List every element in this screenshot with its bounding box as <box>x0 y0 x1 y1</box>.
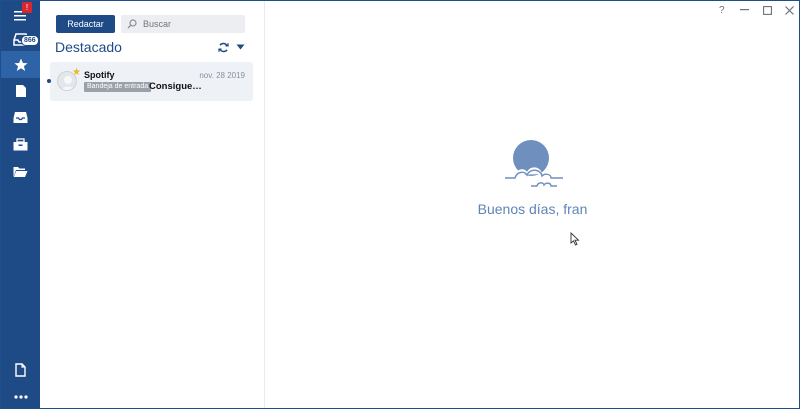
close-icon[interactable] <box>785 6 794 15</box>
greeting-text: Buenos días, fran <box>477 201 588 217</box>
unread-indicator <box>47 79 51 83</box>
moon-clouds-icon <box>505 140 563 187</box>
folder-title: Destacado <box>55 39 122 55</box>
mouse-cursor-icon <box>570 232 580 246</box>
document-icon <box>15 84 26 97</box>
search-icon <box>127 19 137 29</box>
message-subject: Consigue… <box>149 81 202 92</box>
inbox-count-badge: 866 <box>21 35 39 46</box>
message-item[interactable]: ★ Spotify nov. 28 2019 Bandeja de entrad… <box>47 62 253 101</box>
new-document-icon <box>15 362 26 377</box>
help-button[interactable]: ? <box>719 5 725 16</box>
rail-item-archive[interactable] <box>1 131 40 158</box>
rail-item-all-mail[interactable] <box>1 104 40 131</box>
maximize-icon[interactable] <box>763 6 772 15</box>
starred-icon[interactable]: ★ <box>72 68 81 78</box>
archive-icon <box>13 138 28 151</box>
message-list-pane: Redactar Destacado ★ Spotify nov. 28 201… <box>40 1 265 408</box>
message-date: nov. 28 2019 <box>199 71 245 80</box>
star-icon <box>13 58 28 71</box>
nav-rail: ! 866 <box>1 1 40 408</box>
compose-button[interactable]: Redactar <box>56 15 115 33</box>
notification-badge: ! <box>22 2 32 13</box>
refresh-icon[interactable] <box>218 42 229 53</box>
rail-item-folders[interactable] <box>1 158 40 185</box>
mail-app-window: ! 866 Redactar Buscar Destacado ★ Spotif… <box>0 0 800 409</box>
more-dots-icon <box>13 394 28 399</box>
search-input[interactable] <box>143 15 243 33</box>
message-sender: Spotify <box>84 70 115 80</box>
rail-item-drafts[interactable] <box>1 77 40 104</box>
folder-tag: Bandeja de entrada <box>84 82 152 92</box>
reading-pane: ? Buenos días, fran <box>266 1 799 408</box>
search-box[interactable] <box>121 15 245 33</box>
tray-icon <box>13 112 28 123</box>
folder-open-icon <box>13 166 28 177</box>
more-options-button[interactable] <box>1 383 40 409</box>
rail-item-starred[interactable] <box>1 51 40 78</box>
rail-item-new-document[interactable] <box>1 356 40 383</box>
minimize-icon[interactable] <box>740 9 749 11</box>
chevron-down-icon[interactable] <box>236 44 245 50</box>
